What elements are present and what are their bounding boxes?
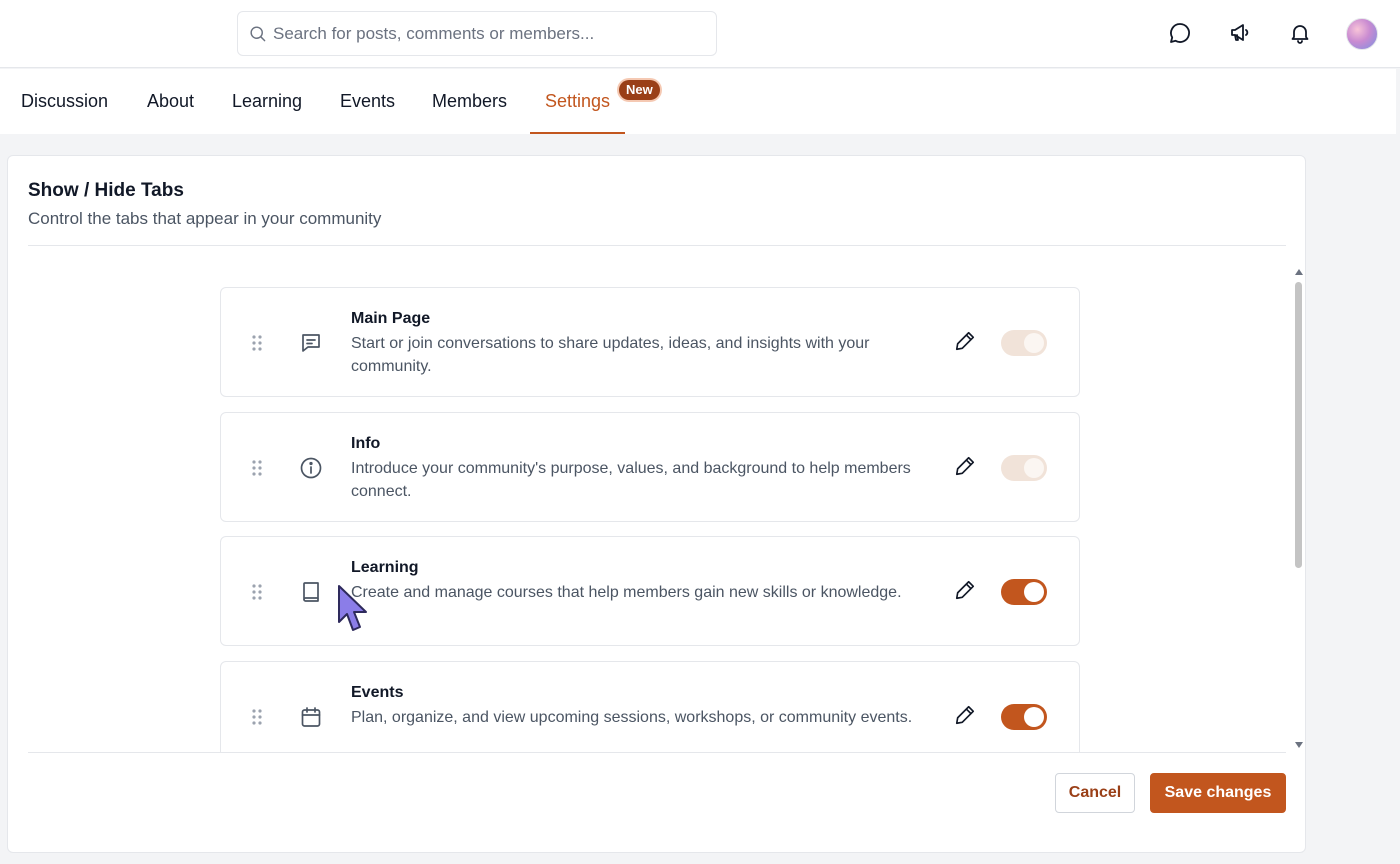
visibility-toggle[interactable]: [1001, 704, 1047, 730]
visibility-toggle[interactable]: [1001, 455, 1047, 481]
announcements-button[interactable]: [1226, 18, 1254, 48]
toggle-knob: [1024, 707, 1044, 727]
visibility-toggle[interactable]: [1001, 579, 1047, 605]
megaphone-icon: [1231, 24, 1249, 41]
chat-bubble-icon: [1170, 23, 1190, 43]
pencil-icon[interactable]: [954, 455, 976, 477]
divider: [28, 245, 1286, 246]
top-bar: [0, 0, 1400, 68]
tab-about[interactable]: About: [147, 69, 194, 134]
search-icon: [250, 26, 266, 42]
drag-handle-icon[interactable]: [251, 459, 263, 477]
item-title: Learning: [351, 559, 419, 576]
new-badge: New: [619, 80, 660, 100]
notifications-button[interactable]: [1286, 18, 1314, 48]
pencil-icon[interactable]: [954, 704, 976, 726]
settings-card: Show / Hide Tabs Control the tabs that a…: [7, 155, 1306, 853]
scroll-down-arrow-icon[interactable]: [1294, 741, 1304, 749]
tab-members[interactable]: Members: [432, 69, 507, 134]
bell-icon: [1291, 25, 1309, 44]
tab-discussion[interactable]: Discussion: [21, 69, 108, 134]
chat-icon: [302, 334, 320, 352]
item-description: Introduce your community's purpose, valu…: [351, 460, 911, 500]
pencil-icon[interactable]: [954, 330, 976, 352]
toggle-knob: [1024, 333, 1044, 353]
cancel-button[interactable]: Cancel: [1055, 773, 1135, 813]
list-item: Events Plan, organize, and view upcoming…: [220, 661, 1080, 752]
search-input[interactable]: [273, 23, 693, 44]
pencil-icon[interactable]: [954, 579, 976, 601]
tab-settings[interactable]: Settings: [529, 69, 626, 134]
drag-handle-icon[interactable]: [251, 334, 263, 352]
tab-events[interactable]: Events: [340, 69, 395, 134]
item-title: Events: [351, 684, 404, 701]
list-item: Info Introduce your community's purpose,…: [220, 412, 1080, 522]
section-title: Show / Hide Tabs: [28, 180, 184, 201]
item-description: Create and manage courses that help memb…: [351, 584, 902, 601]
info-icon: [300, 457, 322, 479]
list-item: Learning Create and manage courses that …: [220, 536, 1080, 646]
scroll-up-arrow-icon[interactable]: [1294, 268, 1304, 276]
drag-handle-icon[interactable]: [251, 708, 263, 726]
item-description: Start or join conversations to share upd…: [351, 335, 870, 375]
tab-learning[interactable]: Learning: [232, 69, 302, 134]
section-subtitle: Control the tabs that appear in your com…: [28, 209, 382, 228]
item-title: Info: [351, 435, 381, 452]
item-title: Main Page: [351, 310, 431, 327]
messages-button[interactable]: [1166, 18, 1194, 48]
avatar[interactable]: [1346, 18, 1378, 50]
item-description: Plan, organize, and view upcoming sessio…: [351, 709, 913, 726]
toggle-knob: [1024, 458, 1044, 478]
save-changes-button[interactable]: Save changes: [1150, 773, 1286, 813]
tab-bar: Discussion About Learning Events Members…: [0, 69, 1396, 134]
scrollbar-thumb[interactable]: [1295, 282, 1302, 568]
drag-handle-icon[interactable]: [251, 583, 263, 601]
list-item: Main Page Start or join conversations to…: [220, 287, 1080, 397]
visibility-toggle[interactable]: [1001, 330, 1047, 356]
search-box[interactable]: [237, 11, 717, 56]
book-icon: [303, 582, 319, 602]
calendar-icon: [301, 707, 321, 727]
tab-list[interactable]: Main Page Start or join conversations to…: [8, 266, 1307, 752]
toggle-knob: [1024, 582, 1044, 602]
divider: [28, 752, 1286, 753]
